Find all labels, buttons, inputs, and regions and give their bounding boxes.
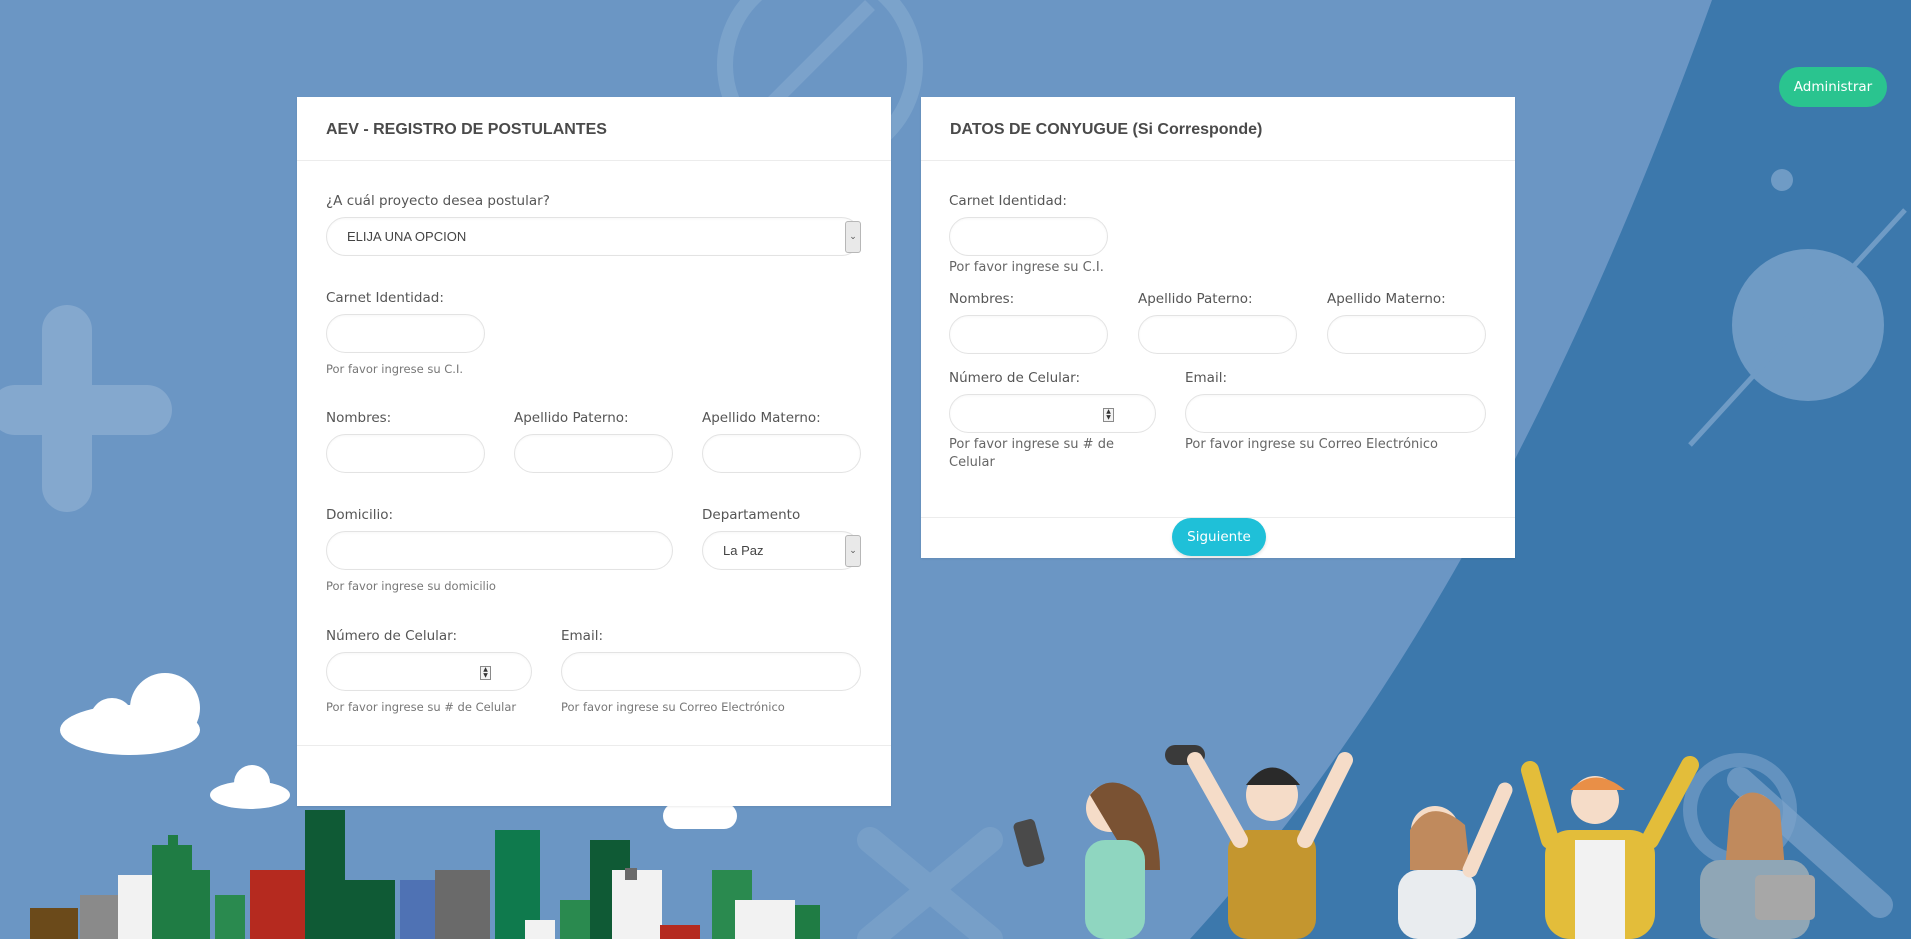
departamento-select[interactable]: La Paz ⌄ [702, 531, 861, 570]
nombres-input[interactable] [326, 434, 485, 473]
spouse-card: DATOS DE CONYUGUE (Si Corresponde) Carne… [921, 97, 1515, 558]
project-label: ¿A cuál proyecto desea postular? [326, 193, 550, 209]
spouse-email-input[interactable] [1185, 394, 1486, 433]
ci-help: Por favor ingrese su C.I. [326, 362, 463, 376]
spouse-ci-help: Por favor ingrese su C.I. [949, 260, 1104, 275]
spouse-apellido-paterno-input[interactable] [1138, 315, 1297, 354]
spouse-celular-help-line2: Celular [949, 455, 995, 470]
departamento-label: Departamento [702, 507, 801, 523]
spouse-celular-label: Número de Celular: [949, 370, 1081, 386]
spouse-celular-help: Por favor ingrese su # de [949, 437, 1114, 452]
spouse-celular-input[interactable]: ▲ ▼ [949, 394, 1156, 433]
spouse-apellido-paterno-label: Apellido Paterno: [1138, 291, 1253, 307]
spouse-apellido-materno-label: Apellido Materno: [1327, 291, 1446, 307]
spouse-email-help: Por favor ingrese su Correo Electrónico [1185, 437, 1439, 452]
apellido-materno-input[interactable] [702, 434, 861, 473]
spinner-icon[interactable]: ▲ ▼ [1103, 408, 1114, 422]
chevron-down-icon: ⌄ [845, 535, 861, 567]
domicilio-help: Por favor ingrese su domicilio [326, 579, 496, 593]
card-divider [297, 745, 891, 746]
apellido-paterno-label: Apellido Paterno: [514, 410, 629, 426]
admin-button[interactable]: Administrar [1779, 67, 1887, 107]
email-label: Email: [561, 628, 604, 644]
apellido-paterno-input[interactable] [514, 434, 673, 473]
spouse-email-label: Email: [1185, 370, 1228, 386]
nombres-label: Nombres: [326, 410, 392, 426]
domicilio-label: Domicilio: [326, 507, 394, 523]
celular-input[interactable]: ▲ ▼ [326, 652, 532, 691]
spouse-ci-input[interactable] [949, 217, 1108, 256]
departamento-select-value: La Paz [723, 543, 764, 558]
next-button[interactable]: Siguiente [1172, 518, 1266, 556]
ci-input[interactable] [326, 314, 485, 353]
registration-card: AEV - REGISTRO DE POSTULANTES ¿A cuál pr… [297, 97, 891, 806]
project-select[interactable]: ELIJA UNA OPCION ⌄ [326, 217, 861, 256]
celular-help: Por favor ingrese su # de Celular [326, 700, 517, 714]
domicilio-input[interactable] [326, 531, 673, 570]
apellido-materno-label: Apellido Materno: [702, 410, 821, 426]
project-select-value: ELIJA UNA OPCION [347, 229, 467, 244]
spouse-apellido-materno-input[interactable] [1327, 315, 1486, 354]
spouse-nombres-label: Nombres: [949, 291, 1015, 307]
email-input[interactable] [561, 652, 861, 691]
email-help: Por favor ingrese su Correo Electrónico [561, 700, 785, 714]
spouse-card-title: DATOS DE CONYUGUE (Si Corresponde) [921, 97, 1515, 161]
chevron-down-icon: ⌄ [845, 221, 861, 253]
spouse-nombres-input[interactable] [949, 315, 1108, 354]
spouse-ci-label: Carnet Identidad: [949, 193, 1067, 209]
registration-card-title: AEV - REGISTRO DE POSTULANTES [297, 97, 891, 161]
celular-label: Número de Celular: [326, 628, 458, 644]
spinner-icon[interactable]: ▲ ▼ [480, 666, 491, 680]
ci-label: Carnet Identidad: [326, 290, 444, 306]
